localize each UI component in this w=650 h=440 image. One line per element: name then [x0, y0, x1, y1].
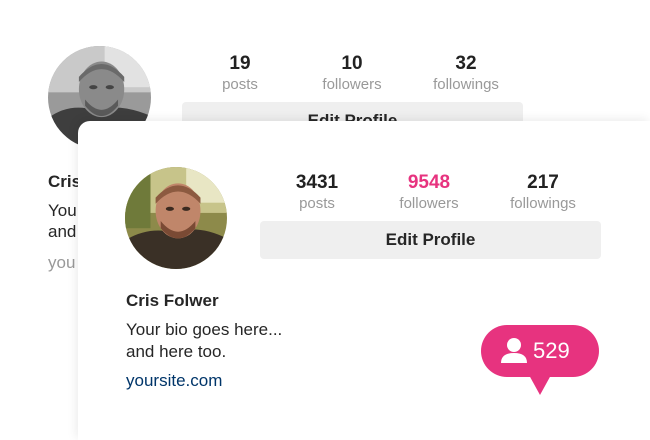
followers-count: 9548: [407, 172, 451, 193]
stat-followers[interactable]: 10 followers: [302, 54, 402, 94]
bio-line-2: and: [48, 222, 77, 241]
edit-profile-button[interactable]: Edit Profile: [260, 221, 601, 259]
stat-posts[interactable]: 19 posts: [190, 54, 290, 94]
stat-posts[interactable]: 3431 posts: [267, 173, 367, 213]
posts-count: 3431: [295, 172, 339, 193]
bio-line-1: Your bio goes here...: [126, 320, 283, 339]
notification-tail: [529, 375, 551, 395]
stat-followers[interactable]: 9548 followers: [379, 173, 479, 213]
followers-count: 10: [341, 53, 363, 74]
followings-label: followings: [433, 76, 499, 93]
profile-name: Cris: [48, 172, 82, 191]
profile-stage: 19 posts 10 followers 32 followings Edit…: [0, 0, 650, 440]
posts-label: posts: [222, 76, 258, 93]
stat-followings[interactable]: 217 followings: [493, 173, 593, 213]
followings-count: 32: [455, 53, 477, 74]
website-link[interactable]: yoursite.com: [126, 371, 222, 391]
follower-notification[interactable]: 529: [481, 325, 599, 397]
user-icon: [501, 338, 527, 363]
profile-name: Cris Folwer: [126, 291, 219, 310]
profile-photo: [125, 167, 227, 269]
avatar[interactable]: [125, 167, 227, 269]
posts-label: posts: [299, 195, 335, 212]
followings-count: 217: [527, 172, 559, 193]
bio-line-2: and here too.: [126, 342, 227, 361]
bio-line-1: You: [48, 201, 77, 220]
website-link[interactable]: you: [48, 253, 75, 273]
followings-label: followings: [510, 195, 576, 212]
posts-count: 19: [229, 53, 251, 74]
stat-followings[interactable]: 32 followings: [416, 54, 516, 94]
followers-label: followers: [322, 76, 382, 93]
followers-label: followers: [399, 195, 459, 212]
notification-count: 529: [533, 338, 570, 363]
